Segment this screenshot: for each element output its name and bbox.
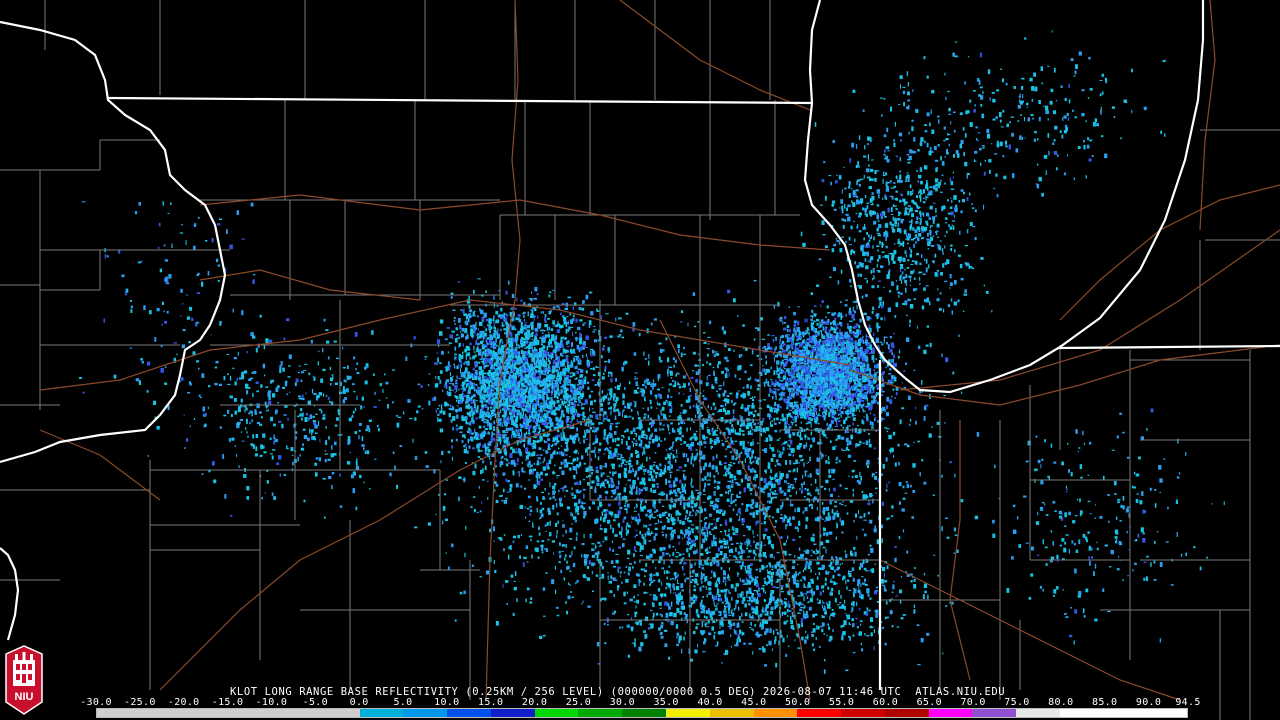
colorbar-segment — [1059, 709, 1187, 717]
colorbar-tick-label: 50.0 — [785, 697, 811, 708]
colorbar-segment — [403, 709, 448, 717]
colorbar-segment — [447, 709, 491, 717]
colorbar-tick-label: 15.0 — [478, 697, 504, 708]
colorbar-tick-label: 75.0 — [1004, 697, 1030, 708]
niu-logo: NIU — [5, 645, 43, 715]
colorbar-tick-label: 40.0 — [697, 697, 723, 708]
colorbar-labels: -30.0 -25.0 -20.0 -15.0 -10.0 -5.0 0.0 5.0 10.0 1… — [80, 697, 1200, 708]
colorbar-tick-label: -25.0 — [124, 697, 156, 708]
colorbar-segment — [928, 709, 973, 717]
radar-map: NIU — [0, 0, 1280, 720]
colorbar-tick-label: 90.0 — [1135, 697, 1162, 708]
colorbar-tick-label: 5.0 — [393, 697, 413, 708]
colorbar-segment — [1016, 709, 1060, 717]
colorbar-tick-label: 30.0 — [609, 697, 635, 708]
logo-text: NIU — [15, 691, 34, 703]
colorbar-segment — [666, 709, 710, 717]
colorbar-segment — [797, 709, 842, 717]
colorbar-tick-label: 60.0 — [872, 697, 899, 708]
colorbar-tick-label: -20.0 — [167, 697, 200, 708]
colorbar-segment — [359, 709, 404, 717]
colorbar-segment — [97, 709, 360, 717]
colorbar-tick-label: 10.0 — [434, 697, 460, 708]
colorbar-tick-label: 55.0 — [828, 697, 855, 708]
colorbar-segment — [753, 709, 798, 717]
colorbar-tick-label: 80.0 — [1048, 697, 1074, 708]
colorbar-tick-label: 20.0 — [521, 697, 548, 708]
colorbar-segment — [490, 709, 535, 717]
colorbar-tick-label: -5.0 — [302, 697, 328, 708]
colorbar-tick-label: 35.0 — [653, 697, 679, 708]
colorbar-segment — [578, 709, 623, 717]
colorbar-tick-label: 94.5 — [1175, 697, 1201, 708]
colorbar-tick-label: -15.0 — [211, 697, 244, 708]
colorbar-segment — [622, 709, 666, 717]
colorbar-segment — [841, 709, 885, 717]
colorbar-tick-label: 25.0 — [565, 697, 592, 708]
colorbar-tick-label: -10.0 — [255, 697, 288, 708]
colorbar-tick-label: 85.0 — [1092, 697, 1118, 708]
colorbar-tick-label: -30.0 — [80, 697, 112, 708]
colorbar-tick-label: 0.0 — [349, 697, 369, 708]
colorbar-segment — [884, 709, 929, 717]
colorbar-segment — [534, 709, 579, 717]
colorbar-tick-label: 45.0 — [741, 697, 767, 708]
colorbar-segment — [709, 709, 754, 717]
colorbar-tick-label: 65.0 — [916, 697, 942, 708]
colorbar-tick-label: 70.0 — [960, 697, 986, 708]
colorbar-segment — [972, 709, 1017, 717]
reflectivity-colorbar — [96, 708, 1188, 718]
